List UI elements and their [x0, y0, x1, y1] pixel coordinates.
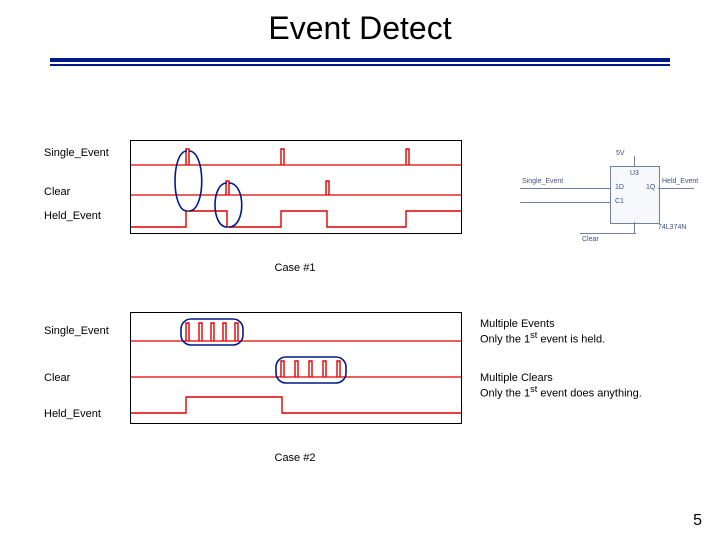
- note-multiple-clears: Multiple Clears Only the 1st event does …: [480, 372, 642, 400]
- label-held-event-1: Held_Event: [44, 210, 101, 222]
- page-title: Event Detect: [0, 10, 720, 47]
- schem-clk: C1: [615, 198, 624, 205]
- title-rule-thin: [50, 64, 670, 66]
- schem-chip: 74L374N: [658, 224, 686, 231]
- schem-vcc: 5V: [616, 150, 625, 157]
- label-clear-1: Clear: [44, 186, 70, 198]
- timing-chart-case1: [130, 140, 462, 234]
- label-clear-2: Clear: [44, 372, 70, 384]
- note-multiple-events: Multiple Events Only the 1st event is he…: [480, 318, 605, 346]
- timing-chart-case2: [130, 312, 462, 424]
- schem-held-event: Held_Event: [662, 178, 698, 185]
- case1-caption: Case #1: [245, 262, 345, 274]
- title-rule-thick: [50, 58, 670, 62]
- case2-caption: Case #2: [245, 452, 345, 464]
- schem-u: U3: [630, 170, 639, 177]
- schem-d: 1D: [615, 184, 624, 191]
- label-single-event-2: Single_Event: [44, 325, 109, 337]
- page-number: 5: [693, 512, 702, 530]
- label-held-event-2: Held_Event: [44, 408, 101, 420]
- schem-single-event: Single_Event: [522, 178, 563, 185]
- label-single-event-1: Single_Event: [44, 147, 109, 159]
- schem-clear: Clear: [582, 236, 599, 243]
- schem-q: 1Q: [646, 184, 655, 191]
- schematic-74l374n: 5V U3 1D 1Q C1 Single_Event Held_Event C…: [520, 148, 695, 243]
